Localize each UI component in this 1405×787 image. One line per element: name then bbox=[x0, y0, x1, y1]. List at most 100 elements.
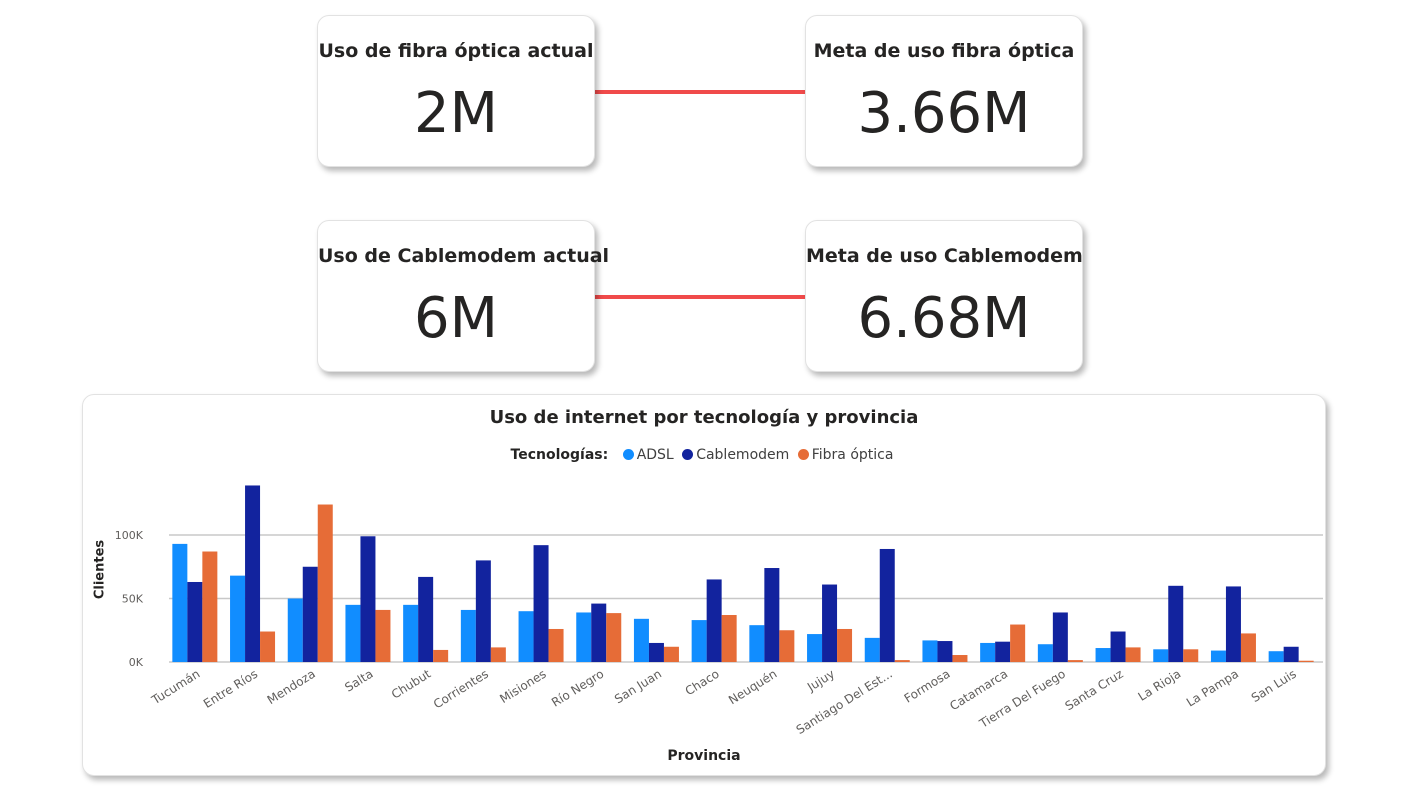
x-tick-label: Misiones bbox=[497, 667, 548, 706]
bar-adsl bbox=[864, 637, 880, 662]
x-tick-label: Mendoza bbox=[265, 667, 318, 707]
bar-adsl bbox=[1095, 648, 1111, 662]
bar-adsl bbox=[518, 611, 534, 662]
x-tick-label: Entre Ríos bbox=[201, 667, 260, 711]
kpi-card-cablemodem-actual[interactable]: Uso de Cablemodem actual 6M bbox=[317, 220, 610, 372]
x-tick-label: Neuquén bbox=[726, 667, 779, 708]
legend-dot-cablemodem bbox=[682, 449, 694, 460]
bar-cablemodem bbox=[591, 603, 607, 662]
connector-line-fibra bbox=[594, 90, 805, 94]
bar-cablemodem bbox=[937, 641, 953, 662]
bar-adsl bbox=[922, 640, 938, 662]
x-tick-label: Formosa bbox=[902, 667, 953, 706]
bar-cablemodem bbox=[1052, 612, 1068, 662]
kpi-value: 6.68M bbox=[857, 286, 1031, 351]
kpi-title: Uso de Cablemodem actual bbox=[318, 245, 610, 267]
bar-fibra-óptica bbox=[317, 504, 333, 662]
bar-fibra-óptica bbox=[1240, 633, 1256, 662]
bar-adsl bbox=[749, 625, 765, 662]
bar-fibra-óptica bbox=[952, 655, 968, 662]
kpi-value: 6M bbox=[414, 286, 498, 351]
bar-cablemodem bbox=[302, 566, 318, 662]
bar-adsl bbox=[1268, 651, 1284, 662]
bar-cablemodem bbox=[245, 485, 261, 662]
bar-cablemodem bbox=[706, 579, 722, 662]
bar-adsl bbox=[403, 604, 419, 662]
bar-cablemodem bbox=[418, 576, 434, 662]
x-tick-label: Tucumán bbox=[148, 667, 202, 708]
x-tick-label: Salta bbox=[342, 667, 375, 695]
bar-adsl bbox=[460, 609, 476, 662]
legend-item-cablemodem[interactable]: Cablemodem bbox=[682, 447, 789, 463]
bar-adsl bbox=[633, 618, 649, 662]
bar-cablemodem bbox=[187, 581, 203, 662]
x-tick-label: La Rioja bbox=[1136, 667, 1184, 704]
bar-fibra-óptica bbox=[260, 631, 276, 662]
bar-adsl bbox=[230, 575, 246, 662]
kpi-title: Meta de uso fibra óptica bbox=[813, 40, 1075, 62]
bar-cablemodem bbox=[1283, 646, 1299, 662]
bar-fibra-óptica bbox=[1067, 660, 1083, 662]
bar-cablemodem bbox=[1110, 631, 1126, 662]
bar-adsl bbox=[576, 612, 592, 662]
y-tick-label: 50K bbox=[122, 593, 144, 606]
kpi-title: Meta de uso Cablemodem bbox=[806, 245, 1083, 267]
bar-adsl bbox=[172, 543, 188, 662]
legend-label: Fibra óptica bbox=[811, 447, 894, 463]
bar-cablemodem bbox=[475, 560, 491, 662]
kpi-card-fibra-actual[interactable]: Uso de fibra óptica actual 2M bbox=[317, 15, 595, 167]
bar-cablemodem bbox=[822, 584, 838, 662]
kpi-value: 3.66M bbox=[857, 81, 1031, 146]
connector-line-cablemodem bbox=[594, 295, 805, 299]
x-axis-label: Provincia bbox=[667, 748, 741, 764]
bar-cablemodem bbox=[360, 536, 376, 662]
legend-item-fibra[interactable]: Fibra óptica bbox=[797, 447, 894, 463]
x-tick-label: Corrientes bbox=[431, 667, 491, 712]
x-tick-label: Santiago Del Est... bbox=[794, 667, 895, 737]
bar-fibra-óptica bbox=[1183, 649, 1199, 662]
bar-fibra-óptica bbox=[894, 660, 910, 662]
bar-fibra-óptica bbox=[548, 628, 564, 662]
bar-adsl bbox=[345, 604, 361, 662]
bar-cablemodem bbox=[995, 641, 1011, 662]
x-tick-label: Río Negro bbox=[549, 667, 606, 710]
bar-adsl bbox=[691, 620, 707, 662]
kpi-value: 2M bbox=[414, 81, 498, 146]
bar-fibra-óptica bbox=[837, 628, 853, 662]
bar-cablemodem bbox=[1225, 586, 1241, 662]
kpi-title: Uso de fibra óptica actual bbox=[318, 40, 594, 62]
bar-fibra-óptica bbox=[721, 615, 737, 662]
bar-adsl bbox=[1210, 650, 1226, 662]
x-tick-label: La Pampa bbox=[1184, 667, 1241, 710]
legend-label: Cablemodem bbox=[696, 447, 790, 463]
bar-adsl bbox=[980, 642, 996, 662]
bar-cablemodem bbox=[533, 545, 549, 662]
chart-title: Uso de internet por tecnología y provinc… bbox=[489, 407, 919, 428]
bar-fibra-óptica bbox=[606, 613, 622, 662]
kpi-card-fibra-meta[interactable]: Meta de uso fibra óptica 3.66M bbox=[805, 15, 1083, 167]
bar-cablemodem bbox=[1168, 585, 1184, 662]
legend-label: ADSL bbox=[636, 447, 674, 463]
bar-fibra-óptica bbox=[1125, 647, 1141, 662]
chart-card[interactable]: 0K 50K 100K Tucumán Entre Ríos Mendoza Salta Ch… bbox=[82, 394, 1326, 776]
bar-adsl bbox=[1037, 644, 1053, 662]
bar-fibra-óptica bbox=[375, 609, 391, 662]
bar-fibra-óptica bbox=[1298, 660, 1314, 662]
dashboard: Uso de fibra óptica actual 2M Meta de us… bbox=[0, 0, 1405, 787]
bar-cablemodem bbox=[764, 568, 780, 662]
bar-cablemodem bbox=[648, 642, 664, 662]
x-tick-label: Chaco bbox=[683, 667, 722, 699]
legend-dot-adsl bbox=[622, 449, 634, 460]
bar-adsl bbox=[1153, 649, 1169, 662]
bar-fibra-óptica bbox=[663, 646, 679, 662]
legend-dot-fibra bbox=[797, 449, 809, 460]
bar-cablemodem bbox=[879, 548, 895, 662]
chart-legend: Tecnologías: ADSL Cablemodem Fibra óptic… bbox=[83, 447, 1325, 463]
y-tick-label: 100K bbox=[115, 529, 144, 542]
kpi-card-cablemodem-meta[interactable]: Meta de uso Cablemodem 6.68M bbox=[805, 220, 1083, 372]
legend-title: Tecnologías: bbox=[510, 447, 609, 463]
bar-fibra-óptica bbox=[1010, 624, 1026, 662]
bar-adsl bbox=[287, 598, 303, 662]
bar-adsl bbox=[807, 634, 823, 662]
legend-item-adsl[interactable]: ADSL bbox=[622, 447, 674, 463]
